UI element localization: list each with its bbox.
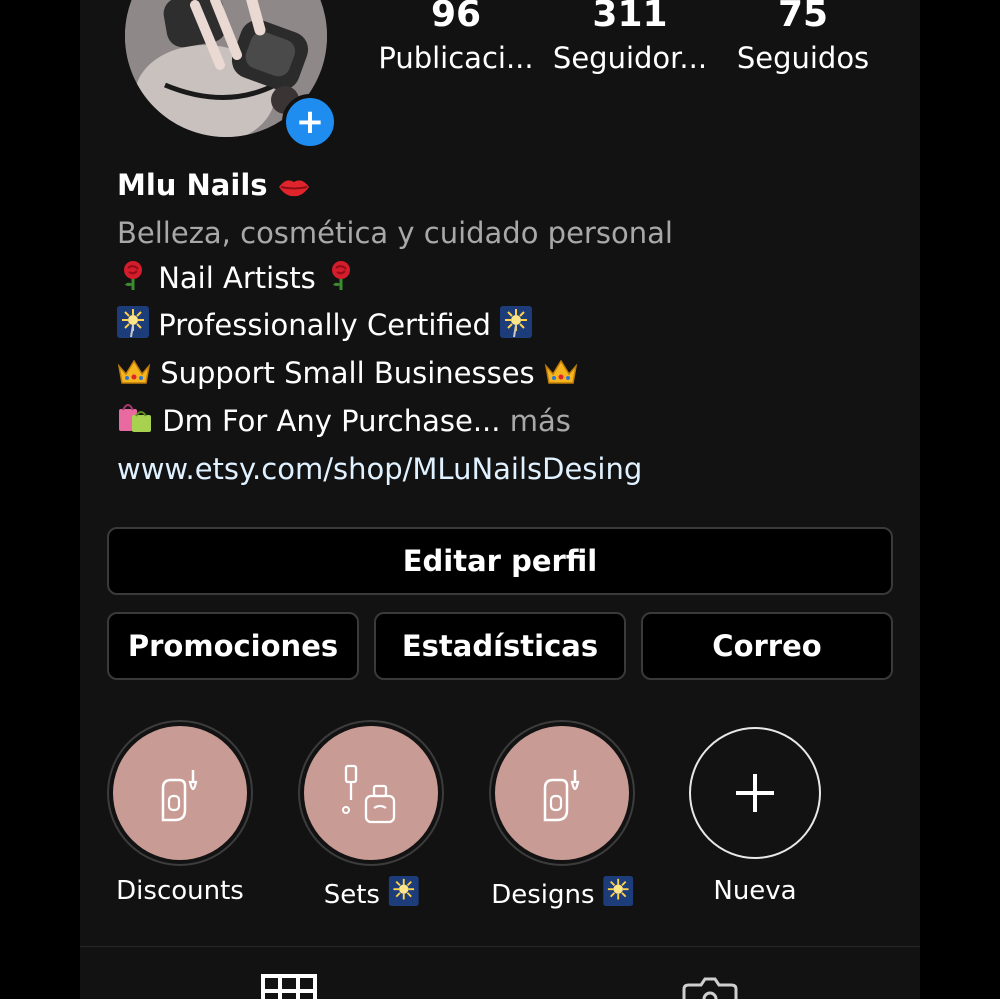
highlight-label: Discounts bbox=[116, 876, 244, 906]
highlight-label: Designs bbox=[491, 876, 633, 913]
followers-count: 311 bbox=[592, 0, 668, 35]
following-label: Seguidos bbox=[736, 41, 870, 75]
bio-line-3: Support Small Businesses bbox=[117, 351, 877, 399]
email-button[interactable]: Correo bbox=[641, 612, 893, 680]
following-count: 75 bbox=[777, 0, 829, 35]
nail-polish-hand-icon bbox=[543, 770, 580, 822]
bio-line-3-text: Support Small Businesses bbox=[160, 356, 535, 391]
bio-line-2-text: Professionally Certified bbox=[158, 308, 491, 343]
followers-stat[interactable]: 311 Seguidor... bbox=[550, 0, 710, 78]
nail-polish-hand-icon bbox=[161, 770, 198, 822]
following-stat[interactable]: 75 Seguidos bbox=[724, 0, 882, 78]
insights-button[interactable]: Estadísticas bbox=[374, 612, 626, 680]
tagged-icon[interactable] bbox=[681, 977, 739, 999]
plus-icon bbox=[736, 774, 774, 812]
crown-icon bbox=[544, 354, 578, 399]
shopping-bags-icon bbox=[117, 400, 153, 447]
crown-icon bbox=[117, 354, 151, 399]
grid-icon[interactable] bbox=[261, 974, 317, 999]
sparkler-icon bbox=[117, 306, 149, 351]
lips-icon bbox=[277, 166, 311, 211]
tab-divider bbox=[80, 946, 920, 947]
highlight-designs[interactable]: Designs bbox=[489, 720, 635, 910]
sparkler-icon bbox=[602, 876, 633, 913]
posts-stat[interactable]: 96 Publicaci... bbox=[376, 0, 536, 78]
profile-website-link[interactable]: www.etsy.com/shop/MLuNailsDesing bbox=[117, 447, 877, 492]
highlight-new[interactable]: Nueva bbox=[682, 720, 828, 906]
bio-line-1-text: Nail Artists bbox=[158, 260, 316, 295]
profile-bio: Mlu Nails Belleza, cosmética y cuidado p… bbox=[117, 163, 877, 492]
promotions-button[interactable]: Promociones bbox=[107, 612, 359, 680]
posts-label: Publicaci... bbox=[378, 41, 534, 75]
bio-more-link[interactable]: más bbox=[510, 404, 571, 438]
nail-polish-bottle-icon bbox=[342, 764, 396, 824]
highlight-label: Nueva bbox=[713, 876, 797, 906]
profile-name: Mlu Nails bbox=[117, 168, 268, 202]
bio-line-4-text: Dm For Any Purchase... bbox=[162, 403, 501, 438]
followers-label: Seguidor... bbox=[552, 41, 708, 75]
profile-category: Belleza, cosmética y cuidado personal bbox=[117, 215, 673, 250]
profile-name-line: Mlu Nails bbox=[117, 163, 877, 211]
sparkler-icon bbox=[500, 306, 533, 351]
posts-count: 96 bbox=[430, 0, 482, 35]
highlight-label: Sets bbox=[324, 876, 419, 913]
rose-icon bbox=[325, 259, 357, 304]
bio-line-4: Dm For Any Purchase... más bbox=[117, 399, 877, 447]
sparkler-icon bbox=[388, 876, 419, 913]
highlight-sets[interactable]: Sets bbox=[298, 720, 444, 910]
profile-screen: + 96 Publicaci... 311 Seguidor... 75 Seg… bbox=[80, 0, 920, 999]
bio-line-2: Professionally Certified bbox=[117, 303, 877, 351]
bio-line-1: Nail Artists bbox=[117, 256, 877, 304]
edit-profile-button[interactable]: Editar perfil bbox=[107, 527, 893, 595]
highlight-discounts[interactable]: Discounts bbox=[107, 720, 253, 906]
add-story-plus-icon[interactable]: + bbox=[282, 94, 338, 150]
rose-icon bbox=[117, 259, 149, 304]
